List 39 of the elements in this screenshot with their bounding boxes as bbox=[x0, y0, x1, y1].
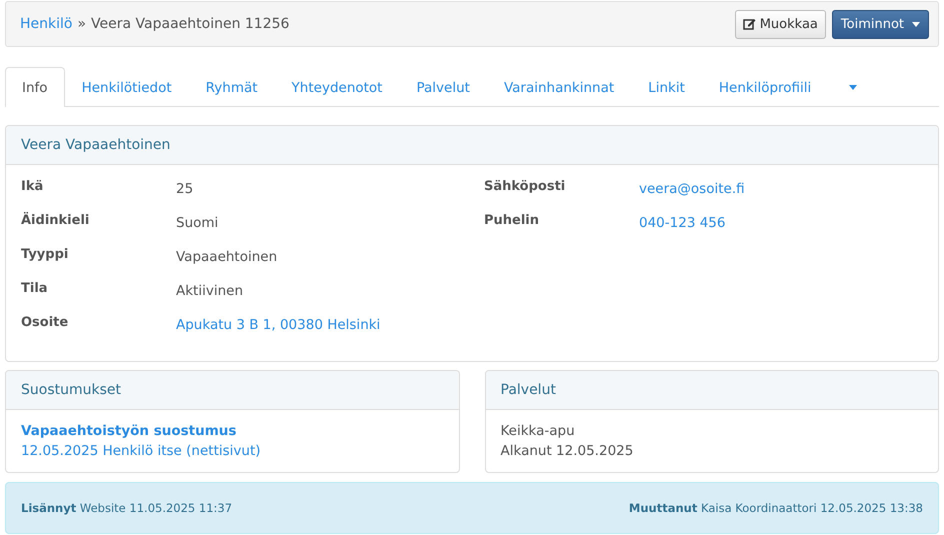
edit-icon bbox=[742, 18, 756, 30]
field-value: Aktiivinen bbox=[176, 282, 244, 301]
field-link[interactable]: veera@osoite.fi bbox=[639, 179, 745, 213]
breadcrumb-current: Veera Vapaaehtoinen 11256 bbox=[91, 16, 290, 32]
edit-button[interactable]: Muokkaa bbox=[734, 10, 826, 38]
field-label: Tila bbox=[21, 281, 49, 298]
tab[interactable]: Yhteydenotot bbox=[274, 67, 400, 107]
tab[interactable]: Info bbox=[5, 67, 65, 107]
breadcrumb-link[interactable]: Henkilö bbox=[20, 16, 72, 32]
tab[interactable]: Palvelut bbox=[399, 67, 487, 107]
consent-detail-link[interactable]: 12.05.2025 Henkilö itse (nettisivut) bbox=[21, 443, 260, 459]
caret-icon bbox=[849, 85, 858, 90]
tab[interactable]: Henkilöprofiili bbox=[702, 67, 828, 107]
panel-title: Suostumukset bbox=[21, 382, 121, 398]
panel-title: Veera Vapaaehtoinen bbox=[21, 137, 170, 153]
field-link[interactable]: 040-123 456 bbox=[639, 213, 726, 247]
tab[interactable]: Ryhmät bbox=[188, 67, 275, 107]
consent-link[interactable]: Vapaaehtoistyön suostumus bbox=[21, 423, 236, 439]
panel-title: Palvelut bbox=[500, 382, 556, 398]
service-text: Alkanut 12.05.2025 bbox=[500, 443, 634, 459]
field-link[interactable]: Apukatu 3 B 1, 00380 Helsinki bbox=[176, 315, 380, 349]
breadcrumb-separator: » bbox=[77, 16, 86, 32]
tab[interactable]: Varainhankinnat bbox=[486, 67, 632, 107]
service-text: Keikka-apu bbox=[500, 423, 575, 439]
caret-icon bbox=[912, 22, 920, 26]
field-label: Tyyppi bbox=[21, 247, 70, 264]
actions-dropdown-button[interactable]: Toiminnot bbox=[832, 10, 929, 38]
field-value: Suomi bbox=[176, 214, 218, 233]
field-value: 25 bbox=[176, 180, 194, 199]
field-label: Osoite bbox=[21, 315, 70, 332]
field-label: Puhelin bbox=[484, 213, 540, 230]
modified-info: Muuttanut Kaisa Koordinaattori 12.05.2025 13:38 bbox=[628, 501, 923, 515]
field-label: Äidinkieli bbox=[21, 213, 90, 230]
tab[interactable]: Linkit bbox=[631, 67, 702, 107]
field-value: Vapaaehtoinen bbox=[176, 248, 278, 267]
field-label: Ikä bbox=[21, 179, 44, 196]
tab[interactable]: Henkilötiedot bbox=[64, 67, 189, 107]
added-info: Lisännyt Website 11.05.2025 11:37 bbox=[21, 501, 232, 515]
field-label: Sähköposti bbox=[484, 179, 566, 196]
